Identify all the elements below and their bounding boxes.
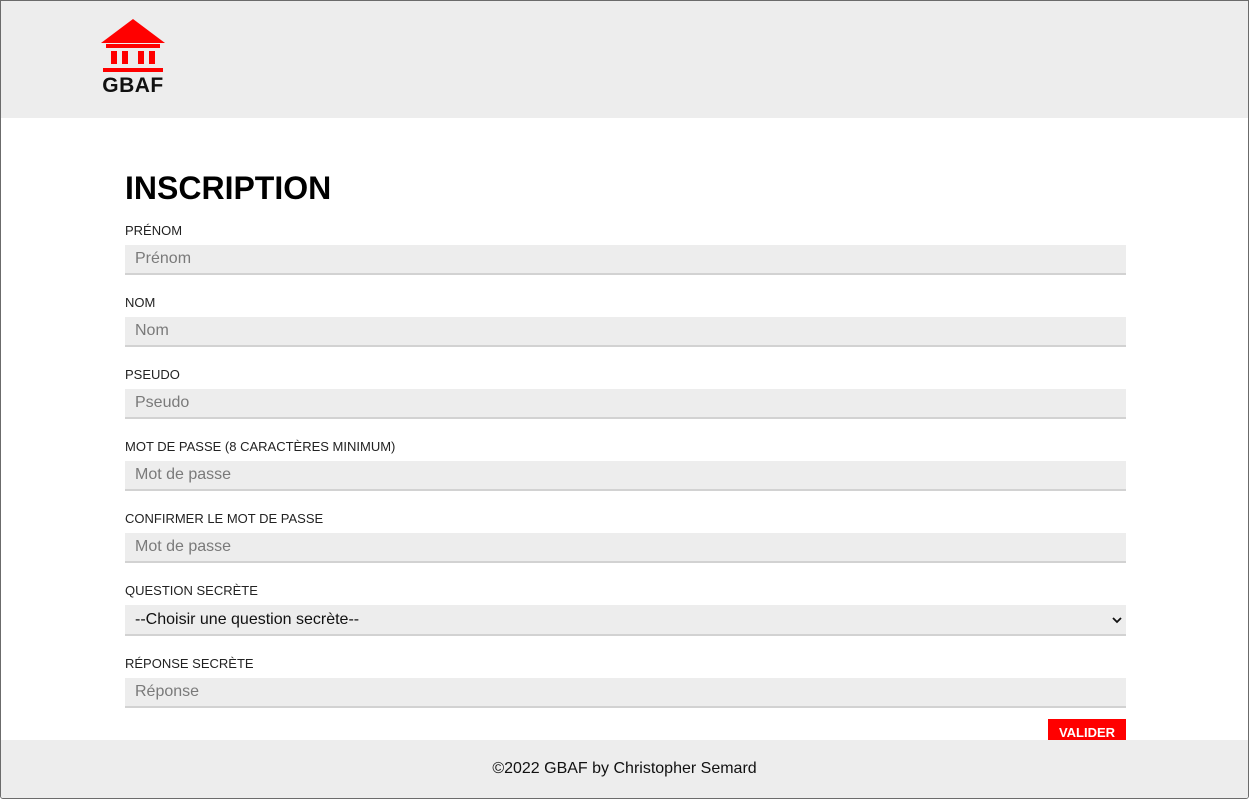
- page-title: INSCRIPTION: [125, 170, 332, 206]
- secret-question-label: QUESTION SECRÈTE: [125, 583, 258, 598]
- site-header: GBAF: [1, 1, 1248, 118]
- username-input[interactable]: [125, 389, 1126, 419]
- gbaf-logo[interactable]: GBAF: [100, 18, 166, 98]
- secret-answer-input[interactable]: [125, 678, 1126, 708]
- site-footer: ©2022 GBAF by Christopher Semard: [1, 740, 1248, 798]
- secret-question-select[interactable]: --Choisir une question secrète--: [125, 605, 1126, 636]
- bank-building-icon: [101, 19, 165, 72]
- confirm-password-label: CONFIRMER LE MOT DE PASSE: [125, 511, 324, 526]
- confirm-password-input[interactable]: [125, 533, 1126, 563]
- page-frame: GBAF INSCRIPTION PRÉNOM NOM PSEUDO MOT D…: [0, 0, 1249, 799]
- logo-text: GBAF: [102, 74, 164, 97]
- first-name-label: PRÉNOM: [125, 223, 183, 238]
- registration-form: INSCRIPTION PRÉNOM NOM PSEUDO MOT DE PAS…: [125, 167, 1126, 748]
- username-label: PSEUDO: [125, 367, 180, 382]
- secret-answer-label: RÉPONSE SECRÈTE: [125, 656, 254, 671]
- password-label: MOT DE PASSE (8 CARACTÈRES MINIMUM): [125, 439, 396, 454]
- secret-question-selected-value: --Choisir une question secrète--: [135, 611, 360, 628]
- chevron-down-icon: [1112, 617, 1122, 624]
- password-input[interactable]: [125, 461, 1126, 491]
- first-name-input[interactable]: [125, 245, 1126, 275]
- last-name-label: NOM: [125, 295, 156, 310]
- last-name-input[interactable]: [125, 317, 1126, 347]
- footer-copyright: ©2022 GBAF by Christopher Semard: [492, 760, 757, 777]
